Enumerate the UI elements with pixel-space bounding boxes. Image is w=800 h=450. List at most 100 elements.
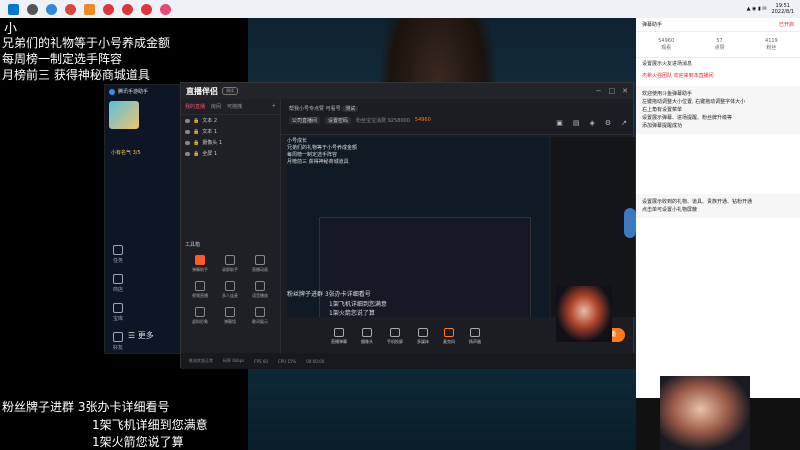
eye-icon[interactable] (185, 118, 190, 123)
lock-icon[interactable]: 🔒 (193, 129, 199, 135)
tab-my-live[interactable]: 我的直播 (185, 103, 205, 110)
stat-fans: 4119 粉丝 (765, 38, 778, 51)
btn-mic[interactable]: 麦克风 (443, 327, 455, 345)
panel-status[interactable]: 已开启 (779, 21, 794, 28)
voice-icon (255, 281, 265, 291)
room-tag-password[interactable]: 设置密码 (325, 117, 352, 124)
bag-icon[interactable]: ▣ (556, 119, 563, 127)
share-icon[interactable]: ↗ (621, 119, 627, 127)
more-button[interactable]: ☰ 更多 (128, 330, 154, 341)
chat-message: 点击单可设置小礼物屏蔽 (642, 207, 698, 213)
add-scene-icon[interactable]: + (272, 103, 276, 110)
room-tag-company[interactable]: 公司直播间 (289, 117, 321, 124)
scene-label: 全屏 1 (202, 151, 218, 157)
stream-preview[interactable]: 小号成长 兄弟们的礼物等于小号养成金额 每周榜一制定选手阵容 月榜前三 获得神秘… (287, 137, 549, 317)
side-item-friends[interactable]: 好友 (107, 332, 129, 351)
avatar-icon (195, 307, 205, 317)
side-item-vault[interactable]: 宝库 (107, 303, 129, 322)
room-stat-fans: 粉丝宝宝消费 9258000 (356, 118, 410, 124)
tool-multi-mic[interactable]: 多人连麦 (215, 281, 245, 299)
tab-draggable[interactable]: 可拖拽 (227, 103, 242, 110)
app-icon-orange[interactable] (84, 3, 95, 15)
side-item-task[interactable]: 任务 (107, 245, 129, 264)
close-icon[interactable]: ✕ (622, 87, 628, 95)
btn-label: 直播弹幕 (331, 338, 347, 344)
btn-phone-cast[interactable]: 手机投屏 (387, 327, 403, 345)
clock[interactable]: 19:51 2022/8/1 (772, 3, 794, 15)
scene-label: 文本 2 (202, 118, 218, 124)
preview-overlay-4: 月榜前三 获得神秘商城道具 (287, 159, 349, 165)
tool-voice[interactable]: 语音播放 (245, 281, 275, 299)
preview-overlay-1: 小号成长 (287, 138, 308, 144)
eye-icon[interactable] (185, 151, 190, 156)
tool-animation[interactable]: 直播动画 (245, 255, 275, 273)
eye-icon[interactable] (185, 140, 190, 145)
danmaku-screen-icon (334, 327, 344, 337)
chat-message: 杰希火强团队 欢迎来到本直播间 (642, 73, 714, 79)
start-icon[interactable] (8, 3, 19, 15)
lock-icon[interactable]: 🔒 (193, 140, 199, 146)
stat-likes: 57 点赞 (715, 38, 725, 51)
chat-icon[interactable]: ▤ (573, 119, 580, 127)
game-avatar[interactable] (109, 101, 139, 129)
overlay-line-3: 月榜前三 获得神秘商城道具 (2, 68, 150, 82)
tool-video-live[interactable]: 视频直播 (185, 281, 215, 299)
scene-item[interactable]: 🔒 全屏 1 (181, 148, 280, 159)
btn-media[interactable]: 多媒体 (417, 327, 429, 345)
tool-avatar[interactable]: 虚拟形象 (185, 307, 215, 325)
status-stream: 推流状态正常 (189, 358, 213, 363)
app-icon-red-1[interactable] (103, 3, 114, 15)
edge-icon[interactable] (46, 3, 57, 15)
side-item-shop[interactable]: 商店 (107, 274, 129, 293)
mic-icon (444, 327, 454, 337)
tool-lyrics[interactable]: 歌词展示 (245, 307, 275, 325)
panel-title: 弹幕助手 (642, 22, 663, 28)
tab-room[interactable]: 房间 (211, 103, 221, 110)
toolbox-title: 工具箱 (185, 242, 201, 248)
minimize-icon[interactable]: − (596, 87, 602, 95)
btn-danmaku[interactable]: 直播弹幕 (331, 327, 347, 345)
scene-panel: 我的直播 房间 可拖拽 + 🔒 文本 2 🔒 文本 1 🔒 摄像头 1 🔒 全屏 1 工… (181, 99, 281, 369)
panel-header: 弹幕助手 已开启 (636, 18, 800, 32)
overlay-bottom-2: 1架飞机详细到您满意 (92, 418, 208, 432)
expand-arrow[interactable] (624, 208, 636, 238)
scene-item[interactable]: 🔒 文本 1 (181, 126, 280, 137)
tool-record[interactable]: 录屏助手 (215, 255, 245, 273)
left-app-sidebar: 任务 商店 宝库 好友 (107, 245, 129, 361)
chrome-icon[interactable] (65, 3, 76, 15)
room-title[interactable]: 帮我小号专点赞 可看号 测试 (289, 105, 359, 112)
room-chip: 测试 (342, 106, 359, 112)
wall-icon (225, 307, 235, 317)
toolbox-grid: 弹幕助手 录屏助手 直播动画 视频直播 多人连麦 语音播放 虚拟形象 弹幕墙 歌… (185, 255, 277, 325)
chat-message: 设置展示收到的礼物、道具、贵族开通、钻粉开通 (642, 199, 753, 205)
search-icon[interactable] (27, 3, 38, 15)
lock-icon[interactable]: 🔒 (193, 118, 199, 124)
room-stat-viewers: 54960 (414, 117, 431, 123)
tray-icons[interactable]: ▲ ◉ ▮ ✉ (747, 6, 767, 12)
app-icon-red-3[interactable] (141, 3, 152, 15)
app-icon-pink[interactable] (160, 3, 171, 15)
tool-danmaku-wall[interactable]: 弹幕墙 (215, 307, 245, 325)
tencent-game-assistant-window[interactable]: 腾讯手游助手 小有名气 3/5 任务 商店 宝库 好友 (104, 84, 184, 354)
chat-message: 右上角有设置菜单 (642, 107, 683, 113)
btn-camera[interactable]: 摄像头 (361, 327, 373, 345)
lock-icon[interactable]: 🔒 (193, 151, 199, 157)
btn-speaker[interactable]: 扬声器 (469, 327, 481, 345)
shop-icon (113, 274, 123, 284)
side-item-label: 好友 (112, 345, 123, 351)
maximize-icon[interactable]: □ (609, 87, 616, 95)
eye-icon[interactable] (185, 129, 190, 134)
settings-icon[interactable]: ⚙ (605, 119, 611, 127)
gift-icon[interactable]: ◈ (589, 119, 594, 127)
system-tray: ▲ ◉ ▮ ✉ 19:51 2022/8/1 (747, 3, 800, 15)
app-logo: 直播伴侣 (186, 86, 218, 96)
chat-message: 添加弹幕提醒成功 (642, 123, 683, 129)
side-item-label: 宝库 (112, 316, 123, 322)
tool-label: 多人连麦 (222, 293, 238, 298)
scene-item[interactable]: 🔒 文本 2 (181, 115, 280, 126)
scene-item[interactable]: 🔒 摄像头 1 (181, 137, 280, 148)
preview-bottom-3: 1架火箭您说了算 (329, 310, 375, 317)
chat-info-block: 欢迎使用斗鱼弹幕助手 左键拖动调整大小位置, 右键拖动调整字体大小 右上角有设置… (636, 86, 800, 134)
app-icon-red-2[interactable] (122, 3, 133, 15)
tool-danmaku[interactable]: 弹幕助手 (185, 255, 215, 273)
